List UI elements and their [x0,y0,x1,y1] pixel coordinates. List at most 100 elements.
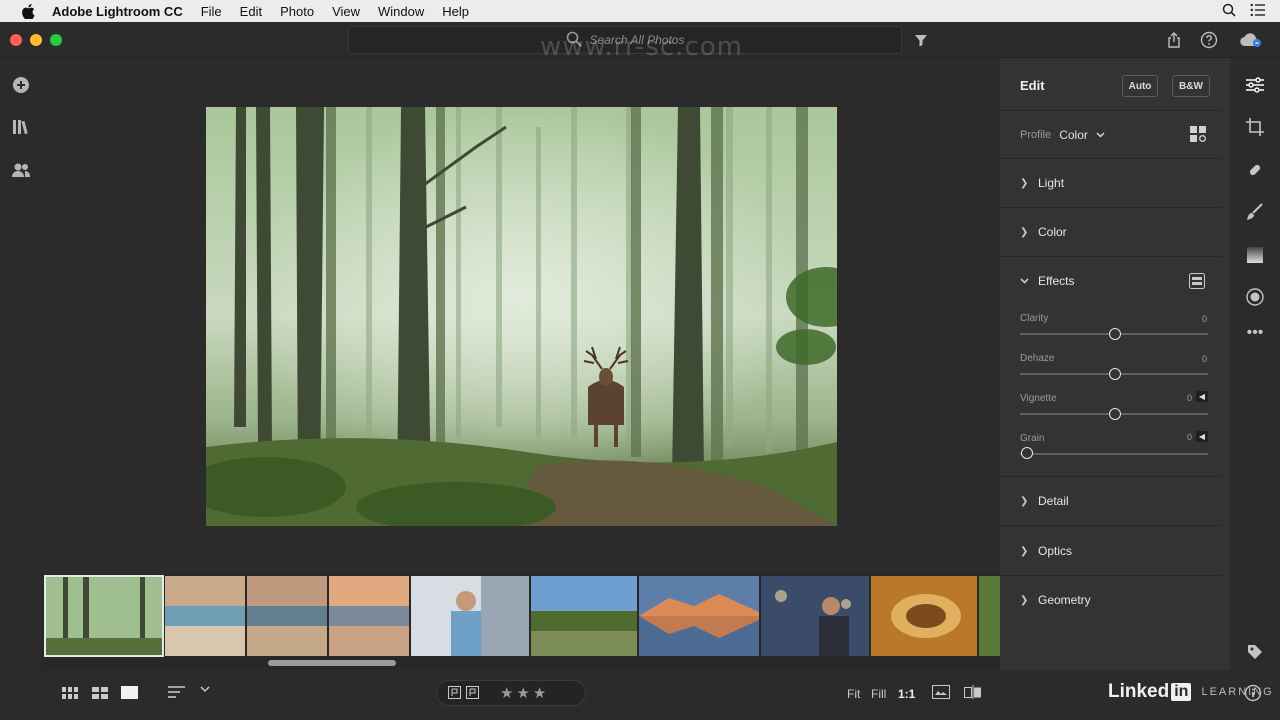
menu-view[interactable]: View [332,4,360,19]
section-optics[interactable]: ❯ Optics [1020,544,1072,558]
zoom-window-button[interactable] [50,34,62,46]
detail-view-icon[interactable] [121,686,138,699]
section-light-label: Light [1038,176,1065,190]
sort-chevron-down-icon[interactable] [200,686,210,694]
dehaze-value[interactable]: 0 [1202,354,1207,364]
vignette-value[interactable]: 0 [1187,393,1192,403]
crop-icon[interactable] [1243,115,1267,139]
reject-flag-icon[interactable] [466,686,479,699]
vignette-slider-knob[interactable] [1109,408,1121,420]
grain-label: Grain [1020,433,1045,444]
window-title-bar: Search All Photos www.rr-sc.com [0,22,1280,62]
menu-window[interactable]: Window [378,4,424,19]
linkedin-in-box: in [1171,683,1192,701]
minimize-window-button[interactable] [30,34,42,46]
thumbnail-food[interactable] [871,576,977,656]
profile-label: Profile [1020,129,1052,141]
learning-wordmark: LEARNING [1201,686,1274,698]
section-detail-label: Detail [1038,494,1069,508]
thumbnail-beach-3[interactable] [329,576,409,656]
thumbnail-beach-2[interactable] [247,576,327,656]
thumbnail-forest[interactable] [44,575,164,657]
cloud-sync-icon[interactable] [1238,30,1264,50]
section-geometry[interactable]: ❯ Geometry [1020,593,1091,607]
chevron-right-icon: ❯ [1020,594,1029,606]
sort-icon[interactable] [168,686,186,698]
chevron-down-icon [1020,276,1029,287]
grain-slider-knob[interactable] [1021,447,1033,459]
add-photos-icon[interactable] [10,74,32,96]
menu-help[interactable]: Help [442,4,469,19]
brush-icon[interactable] [1243,200,1267,224]
spotlight-search-icon[interactable] [1222,3,1236,20]
main-photo-forest-stag[interactable] [206,107,837,526]
clarity-slider-knob[interactable] [1109,328,1121,340]
section-geometry-label: Geometry [1038,593,1091,607]
profile-value[interactable]: Color [1059,128,1088,142]
menu-app-name[interactable]: Adobe Lightroom CC [52,4,183,19]
people-icon[interactable] [10,159,32,181]
filmstrip-scrollbar-thumb[interactable] [268,660,396,666]
profile-chevron-down-icon [1096,129,1105,141]
section-light[interactable]: ❯ Light [1020,176,1064,190]
menu-photo[interactable]: Photo [280,4,314,19]
zoom-one-to-one-button[interactable]: 1:1 [898,687,915,701]
left-navigation-rail [0,58,42,720]
thumbnail-beach-1[interactable] [165,576,245,656]
section-color-label: Color [1038,225,1067,239]
thumbnail-woman-portrait[interactable] [761,576,869,656]
right-tool-rail: ••• [1230,58,1280,670]
menu-edit[interactable]: Edit [240,4,262,19]
dehaze-slider-knob[interactable] [1109,368,1121,380]
radial-gradient-icon[interactable] [1243,285,1267,309]
notification-center-icon[interactable] [1250,3,1266,20]
section-effects[interactable]: Effects [1020,274,1074,288]
section-detail[interactable]: ❯ Detail [1020,494,1069,508]
dehaze-label: Dehaze [1020,353,1055,364]
compare-split-icon[interactable] [964,685,982,699]
grain-value[interactable]: 0 [1187,432,1192,442]
pick-flag-icon[interactable] [448,686,461,699]
section-optics-label: Optics [1038,544,1073,558]
thumbnail-man-phone[interactable] [411,576,529,656]
menu-file[interactable]: File [201,4,222,19]
effects-presets-icon[interactable] [1189,273,1205,294]
apple-menu-icon[interactable] [20,3,36,19]
healing-brush-icon[interactable] [1243,158,1267,182]
library-icon[interactable] [10,116,32,138]
thumbnail-mountain-lake[interactable] [639,576,759,656]
profile-browser-icon[interactable] [1190,126,1206,147]
zoom-fit-button[interactable]: Fit [847,687,860,701]
tag-icon[interactable] [1243,640,1267,664]
help-icon[interactable] [1199,30,1219,50]
square-grid-view-icon[interactable] [62,687,78,699]
vignette-expand-icon[interactable]: ◀ [1196,391,1208,402]
before-after-icon[interactable] [932,685,950,699]
share-icon[interactable] [1164,30,1184,50]
auto-button[interactable]: Auto [1122,75,1158,97]
thumbnail-park-castle[interactable] [531,576,637,656]
zoom-fill-button[interactable]: Fill [871,687,886,701]
clarity-label: Clarity [1020,313,1049,324]
edit-panel: Edit Auto B&W Profile Color ❯ Light ❯ Co… [1000,58,1230,670]
thumbnail-partial[interactable] [979,576,1000,656]
linear-gradient-icon[interactable] [1243,243,1267,267]
clarity-value[interactable]: 0 [1202,314,1207,324]
grain-expand-icon[interactable]: ◀ [1196,431,1208,442]
filmstrip-scrollbar-track[interactable] [48,660,994,666]
grain-slider[interactable] [1020,453,1208,455]
close-window-button[interactable] [10,34,22,46]
chevron-right-icon: ❯ [1020,226,1029,238]
section-color[interactable]: ❯ Color [1020,225,1067,239]
bw-button[interactable]: B&W [1172,75,1210,97]
star-rating[interactable]: ★★★ [500,684,549,702]
photo-grid-view-icon[interactable] [92,687,108,699]
filter-icon[interactable] [911,30,931,50]
profile-selector[interactable]: Profile Color [1020,128,1105,142]
more-options-icon[interactable]: ••• [1243,321,1267,345]
menu-bar: Adobe Lightroom CC File Edit Photo View … [0,0,1280,22]
edit-sliders-icon[interactable] [1243,73,1267,97]
filmstrip [42,574,1000,670]
info-icon[interactable] [1244,684,1262,707]
bottom-toolbar: ★★★ Fit Fill 1:1 [42,670,1280,720]
